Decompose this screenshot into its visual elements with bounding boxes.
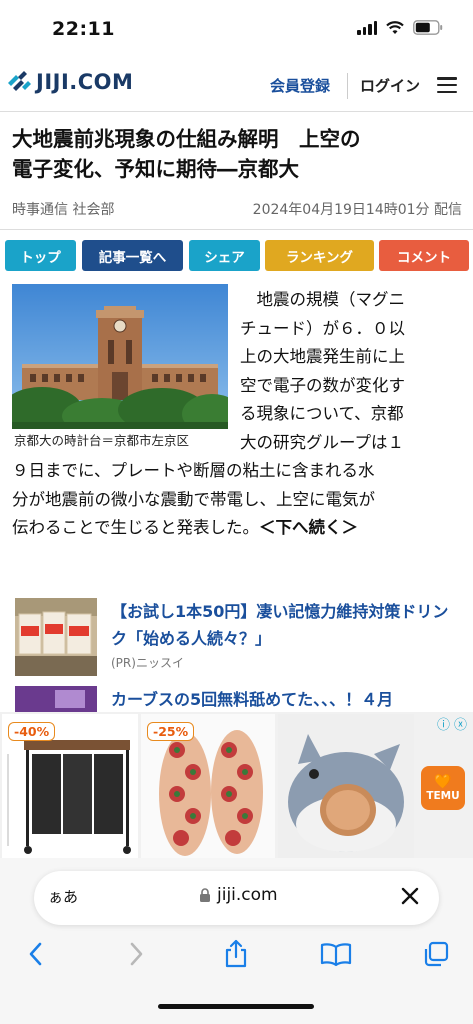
article-date: 2024年04月19日14時01分 配信 bbox=[252, 202, 462, 218]
ad-tile-pet-bed[interactable] bbox=[278, 714, 414, 858]
photo-caption: 京都大の時計台＝京都市左京区 bbox=[14, 433, 190, 448]
forward-icon[interactable] bbox=[118, 936, 154, 972]
lock-icon bbox=[200, 887, 210, 902]
tabs-icon[interactable] bbox=[418, 936, 454, 972]
body-line: 空で電子の数が変化す bbox=[240, 375, 405, 395]
browser-nav-toolbar bbox=[0, 936, 473, 976]
share-icon[interactable] bbox=[218, 936, 254, 972]
body-last-line: 伝わることで生じると発表した。＜下へ続く＞ bbox=[12, 514, 358, 543]
temu-brand: TEMU bbox=[426, 790, 460, 802]
article-source: 時事通信 社会部 bbox=[12, 202, 115, 218]
body-line: 分が地震前の微小な震動で帯電し、上空に電気が bbox=[12, 489, 375, 509]
body-line: ９日までに、プレートや断層の粘土に含まれる水 bbox=[12, 461, 375, 480]
body-line: 地震の規模（マグニ bbox=[240, 290, 406, 309]
url-display[interactable]: jiji.com bbox=[199, 885, 278, 905]
hamburger-menu-icon[interactable] bbox=[437, 77, 457, 93]
reader-settings-button[interactable]: ぁあ bbox=[48, 886, 78, 907]
logo-text: JIJI.COM bbox=[36, 70, 134, 94]
status-icons bbox=[357, 20, 443, 35]
comment-button[interactable]: コメント bbox=[379, 240, 469, 271]
signal-icon bbox=[357, 20, 377, 35]
wifi-icon bbox=[386, 20, 404, 35]
clock-tower-image bbox=[12, 284, 228, 429]
article-meta: 時事通信 社会部 2024年04月19日14時01分 配信 bbox=[12, 199, 462, 221]
ad-tile-sandals[interactable]: -25% bbox=[141, 714, 275, 858]
article-title-line2: 電子変化、予知に期待―京都大 bbox=[12, 157, 299, 181]
article-nav-buttons: トップ 記事一覧へ シェア ランキング コメント bbox=[5, 240, 469, 271]
close-icon[interactable] bbox=[397, 883, 423, 909]
status-time: 22:11 bbox=[52, 18, 115, 40]
promo-thumbnail bbox=[15, 598, 97, 676]
ad-controls: ⓘ ⓧ bbox=[437, 714, 467, 733]
promo-thumbnail bbox=[15, 686, 97, 712]
discount-badge: -25% bbox=[147, 722, 195, 741]
promo-item[interactable]: カーブスの5回無料舐めてた、、、！４月 bbox=[15, 686, 465, 712]
ad-banner[interactable]: -40% -25% ⓘ ⓧ bbox=[0, 712, 473, 860]
register-link[interactable]: 会員登録 bbox=[270, 75, 330, 96]
body-line: 大の研究グループは１ bbox=[240, 432, 405, 452]
meta-divider bbox=[0, 229, 473, 230]
discount-badge: -40% bbox=[8, 722, 56, 741]
body-line: チュード）が６．０以 bbox=[240, 318, 405, 338]
body-line: 上の大地震発生前に上 bbox=[240, 347, 405, 366]
address-bar[interactable]: ぁあ jiji.com bbox=[34, 871, 439, 925]
promo-title[interactable]: 【お試し1本50円】凄い記憶力維持対策ドリンク「始める人続々？」 bbox=[111, 598, 463, 652]
article-title-line1: 大地震前兆現象の仕組み解明 上空の bbox=[12, 127, 361, 151]
temu-logo-icon: 🧡 bbox=[434, 774, 452, 790]
site-header: JIJI.COM 会員登録 ログイン bbox=[0, 60, 473, 112]
article-photo[interactable] bbox=[12, 284, 228, 429]
site-logo[interactable]: JIJI.COM bbox=[6, 69, 133, 95]
ad-tile-laundry[interactable]: -40% bbox=[2, 714, 138, 858]
read-more-link[interactable]: ＜下へ続く＞ bbox=[259, 518, 358, 537]
promo-title[interactable]: カーブスの5回無料舐めてた、、、！４月 bbox=[111, 686, 463, 712]
body-line: 伝わることで生じると発表した。 bbox=[12, 518, 260, 537]
url-text: jiji.com bbox=[217, 885, 278, 905]
ad-close-icon[interactable]: ⓧ bbox=[454, 714, 467, 733]
status-bar: 22:11 bbox=[0, 0, 473, 60]
body-line: る現象について、京都 bbox=[240, 404, 404, 423]
home-indicator bbox=[158, 1004, 314, 1009]
battery-icon bbox=[413, 20, 443, 35]
promo-item[interactable]: 【お試し1本50円】凄い記憶力維持対策ドリンク「始める人続々？」 (PR)ニッス… bbox=[15, 598, 465, 678]
jiji-logo-icon bbox=[8, 71, 31, 91]
bookmarks-icon[interactable] bbox=[318, 936, 354, 972]
article-list-button[interactable]: 記事一覧へ bbox=[82, 240, 183, 271]
share-button[interactable]: シェア bbox=[189, 240, 260, 271]
top-button[interactable]: トップ bbox=[5, 240, 76, 271]
temu-logo[interactable]: 🧡 TEMU bbox=[421, 766, 465, 810]
ad-info-icon[interactable]: ⓘ bbox=[437, 714, 450, 733]
article-title: 大地震前兆現象の仕組み解明 上空の 電子変化、予知に期待―京都大 bbox=[12, 124, 464, 184]
header-divider bbox=[347, 73, 348, 99]
login-link[interactable]: ログイン bbox=[360, 75, 420, 96]
ranking-button[interactable]: ランキング bbox=[265, 240, 374, 271]
browser-toolbar: ぁあ jiji.com bbox=[0, 858, 473, 1024]
back-icon[interactable] bbox=[18, 936, 54, 972]
promo-sponsor: (PR)ニッスイ bbox=[111, 656, 184, 670]
